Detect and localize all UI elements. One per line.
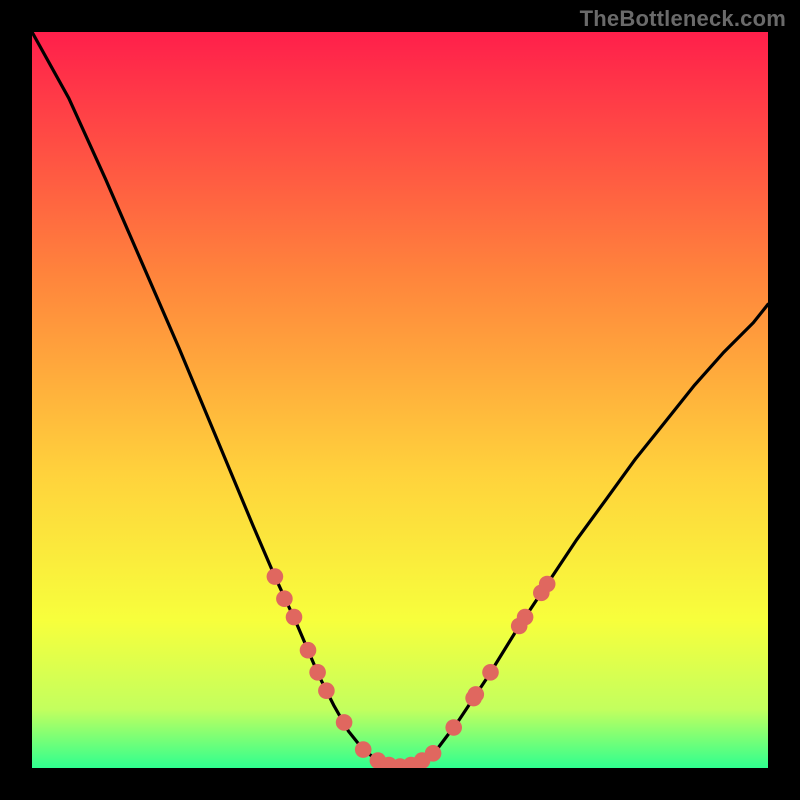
watermark-text: TheBottleneck.com: [580, 6, 786, 32]
data-point: [445, 719, 462, 736]
plot-area: [32, 32, 768, 768]
data-point: [276, 590, 293, 607]
chart-frame: TheBottleneck.com: [0, 0, 800, 800]
data-point: [468, 686, 485, 703]
data-point: [300, 642, 317, 659]
data-point: [482, 664, 499, 681]
data-point: [286, 609, 303, 626]
data-point: [318, 682, 335, 699]
data-point: [336, 714, 353, 731]
data-point: [517, 609, 534, 626]
data-point: [539, 576, 556, 593]
data-point: [425, 745, 442, 762]
data-point: [267, 568, 284, 585]
bottleneck-chart: [32, 32, 768, 768]
data-point: [309, 664, 326, 681]
data-point: [355, 741, 372, 758]
gradient-bg: [32, 32, 768, 768]
